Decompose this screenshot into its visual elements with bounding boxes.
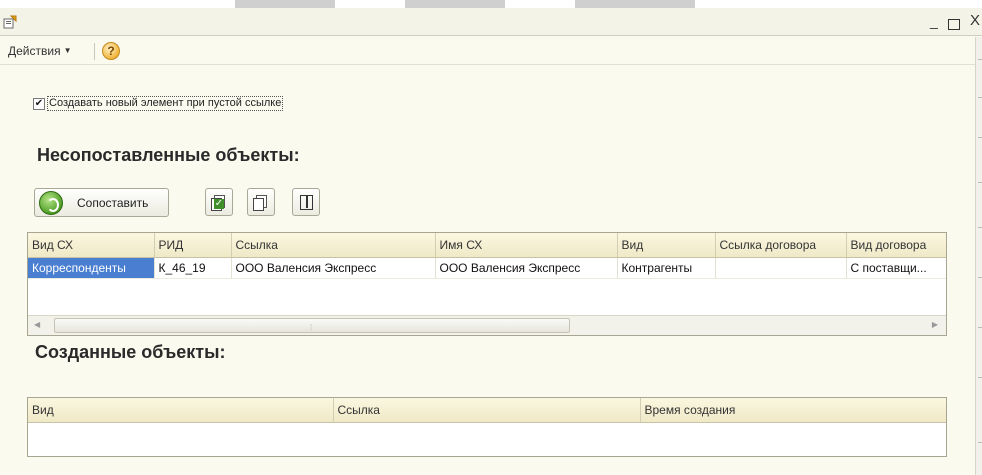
uncheck-all-button[interactable] xyxy=(247,188,275,216)
uncheck-all-icon-back xyxy=(253,198,264,211)
grid-header-row: Вид Ссылка Время создания xyxy=(28,398,946,423)
maximize-button[interactable] xyxy=(948,19,960,30)
checkbox-label[interactable]: Создавать новый элемент при пустой ссылк… xyxy=(47,96,284,111)
scroll-marker xyxy=(978,97,982,98)
scroll-marker xyxy=(978,277,982,278)
scroll-marker xyxy=(978,137,982,138)
column-header[interactable]: Вид договора xyxy=(846,233,946,258)
match-button[interactable]: Сопоставить xyxy=(34,188,169,217)
table-cell[interactable]: Корреспонденты xyxy=(28,257,155,279)
checkbox-check-icon[interactable]: ✔ xyxy=(33,97,45,110)
table-cell[interactable] xyxy=(715,257,847,279)
scroll-marker xyxy=(978,182,982,183)
scrollbar-thumb[interactable]: ⁞ xyxy=(54,318,570,333)
match-button-label: Сопоставить xyxy=(77,195,149,210)
horizontal-scrollbar[interactable]: ◀ ⁞ ▶ xyxy=(28,315,946,335)
command-bar: Действия ▼ ? xyxy=(0,37,975,65)
grip-icon: ⁞ xyxy=(310,323,313,332)
scroll-left-icon[interactable]: ◀ xyxy=(34,320,40,329)
column-header[interactable]: Ссылка xyxy=(231,233,436,258)
columns-icon xyxy=(300,195,313,210)
check-all-button[interactable]: ✓ xyxy=(205,188,233,216)
scroll-marker xyxy=(978,227,982,228)
column-header[interactable]: Время создания xyxy=(640,398,946,423)
column-header[interactable]: Имя СХ xyxy=(435,233,618,258)
form-icon xyxy=(3,15,17,29)
grid-header-row: Вид СХ РИД Ссылка Имя СХ Вид Ссылка дого… xyxy=(28,233,946,258)
scroll-marker xyxy=(978,327,982,328)
column-header[interactable]: Вид xyxy=(617,233,716,258)
created-objects-title: Созданные объекты: xyxy=(35,342,226,362)
table-cell[interactable]: С поставщи... xyxy=(846,257,946,279)
scroll-right-icon[interactable]: ▶ xyxy=(932,320,938,329)
column-header[interactable]: Ссылка xyxy=(333,398,641,423)
table-row[interactable]: Корреспонденты К_46_19 ООО Валенсия Эксп… xyxy=(28,257,946,279)
right-scroll-edge[interactable] xyxy=(975,37,982,475)
scroll-marker xyxy=(978,377,982,378)
match-icon xyxy=(39,190,63,215)
column-header[interactable]: Вид xyxy=(28,398,334,423)
table-cell[interactable]: К_46_19 xyxy=(154,257,232,279)
create-new-checkbox[interactable]: ✔ Создавать новый элемент при пустой ссы… xyxy=(33,96,284,111)
actions-menu[interactable]: Действия ▼ xyxy=(8,44,72,58)
column-header[interactable]: Ссылка договора xyxy=(715,233,847,258)
scroll-marker xyxy=(978,59,982,60)
toolbar-separator xyxy=(94,43,95,60)
actions-menu-label: Действия xyxy=(8,44,61,58)
column-header[interactable]: РИД xyxy=(154,233,232,258)
column-header[interactable]: Вид СХ xyxy=(28,233,155,258)
unmatched-objects-grid[interactable]: Вид СХ РИД Ссылка Имя СХ Вид Ссылка дого… xyxy=(27,232,947,336)
columns-button[interactable] xyxy=(292,188,320,216)
help-icon[interactable]: ? xyxy=(102,42,120,60)
scroll-marker xyxy=(978,442,982,443)
table-cell[interactable]: Контрагенты xyxy=(617,257,716,279)
created-objects-grid[interactable]: Вид Ссылка Время создания xyxy=(27,397,947,457)
unmatched-objects-title: Несопоставленные объекты: xyxy=(37,145,300,165)
close-button[interactable]: X xyxy=(970,13,980,29)
checkmark-icon: ✓ xyxy=(214,198,224,209)
table-cell[interactable]: ООО Валенсия Экспресс xyxy=(231,257,436,279)
title-bar: _ X xyxy=(0,8,982,36)
chevron-down-icon: ▼ xyxy=(63,46,72,55)
table-cell[interactable]: ООО Валенсия Экспресс xyxy=(435,257,618,279)
minimize-button[interactable]: _ xyxy=(930,13,938,29)
